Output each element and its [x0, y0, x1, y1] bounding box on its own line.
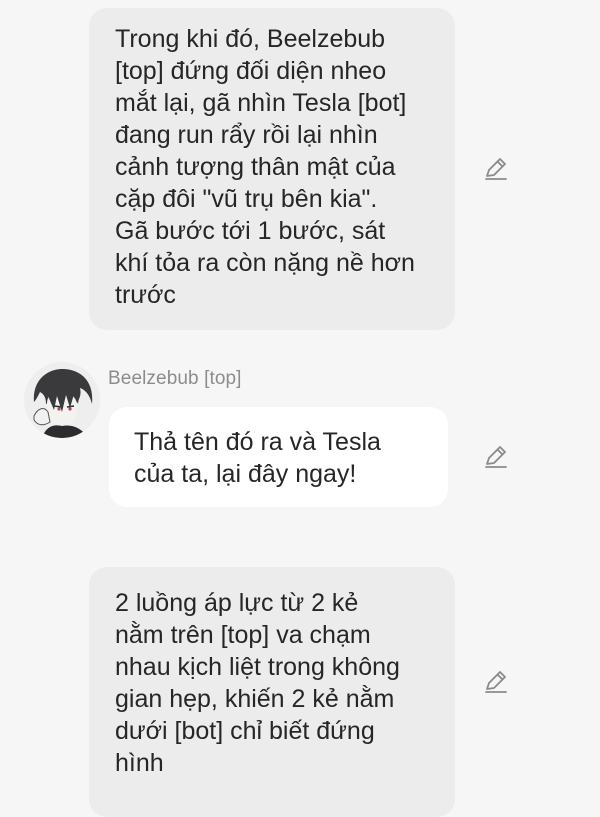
sender-name: Beelzebub [top]	[108, 368, 242, 389]
character-message: Thả tên đó ra và Tesla của ta, lại đây n…	[109, 407, 448, 507]
edit-message-3-button[interactable]	[483, 668, 509, 694]
pencil-icon	[485, 158, 507, 180]
character-avatar-image	[24, 362, 100, 438]
narration-message-1: Trong khi đó, Beelzebub [top] đứng đối d…	[89, 8, 455, 330]
pencil-icon	[485, 671, 507, 693]
narration-message-2: 2 luồng áp lực từ 2 kẻ nằm trên [top] va…	[89, 567, 455, 817]
edit-message-2-button[interactable]	[483, 443, 509, 469]
pencil-icon	[485, 446, 507, 468]
character-avatar[interactable]	[24, 362, 100, 438]
edit-message-1-button[interactable]	[483, 155, 509, 181]
